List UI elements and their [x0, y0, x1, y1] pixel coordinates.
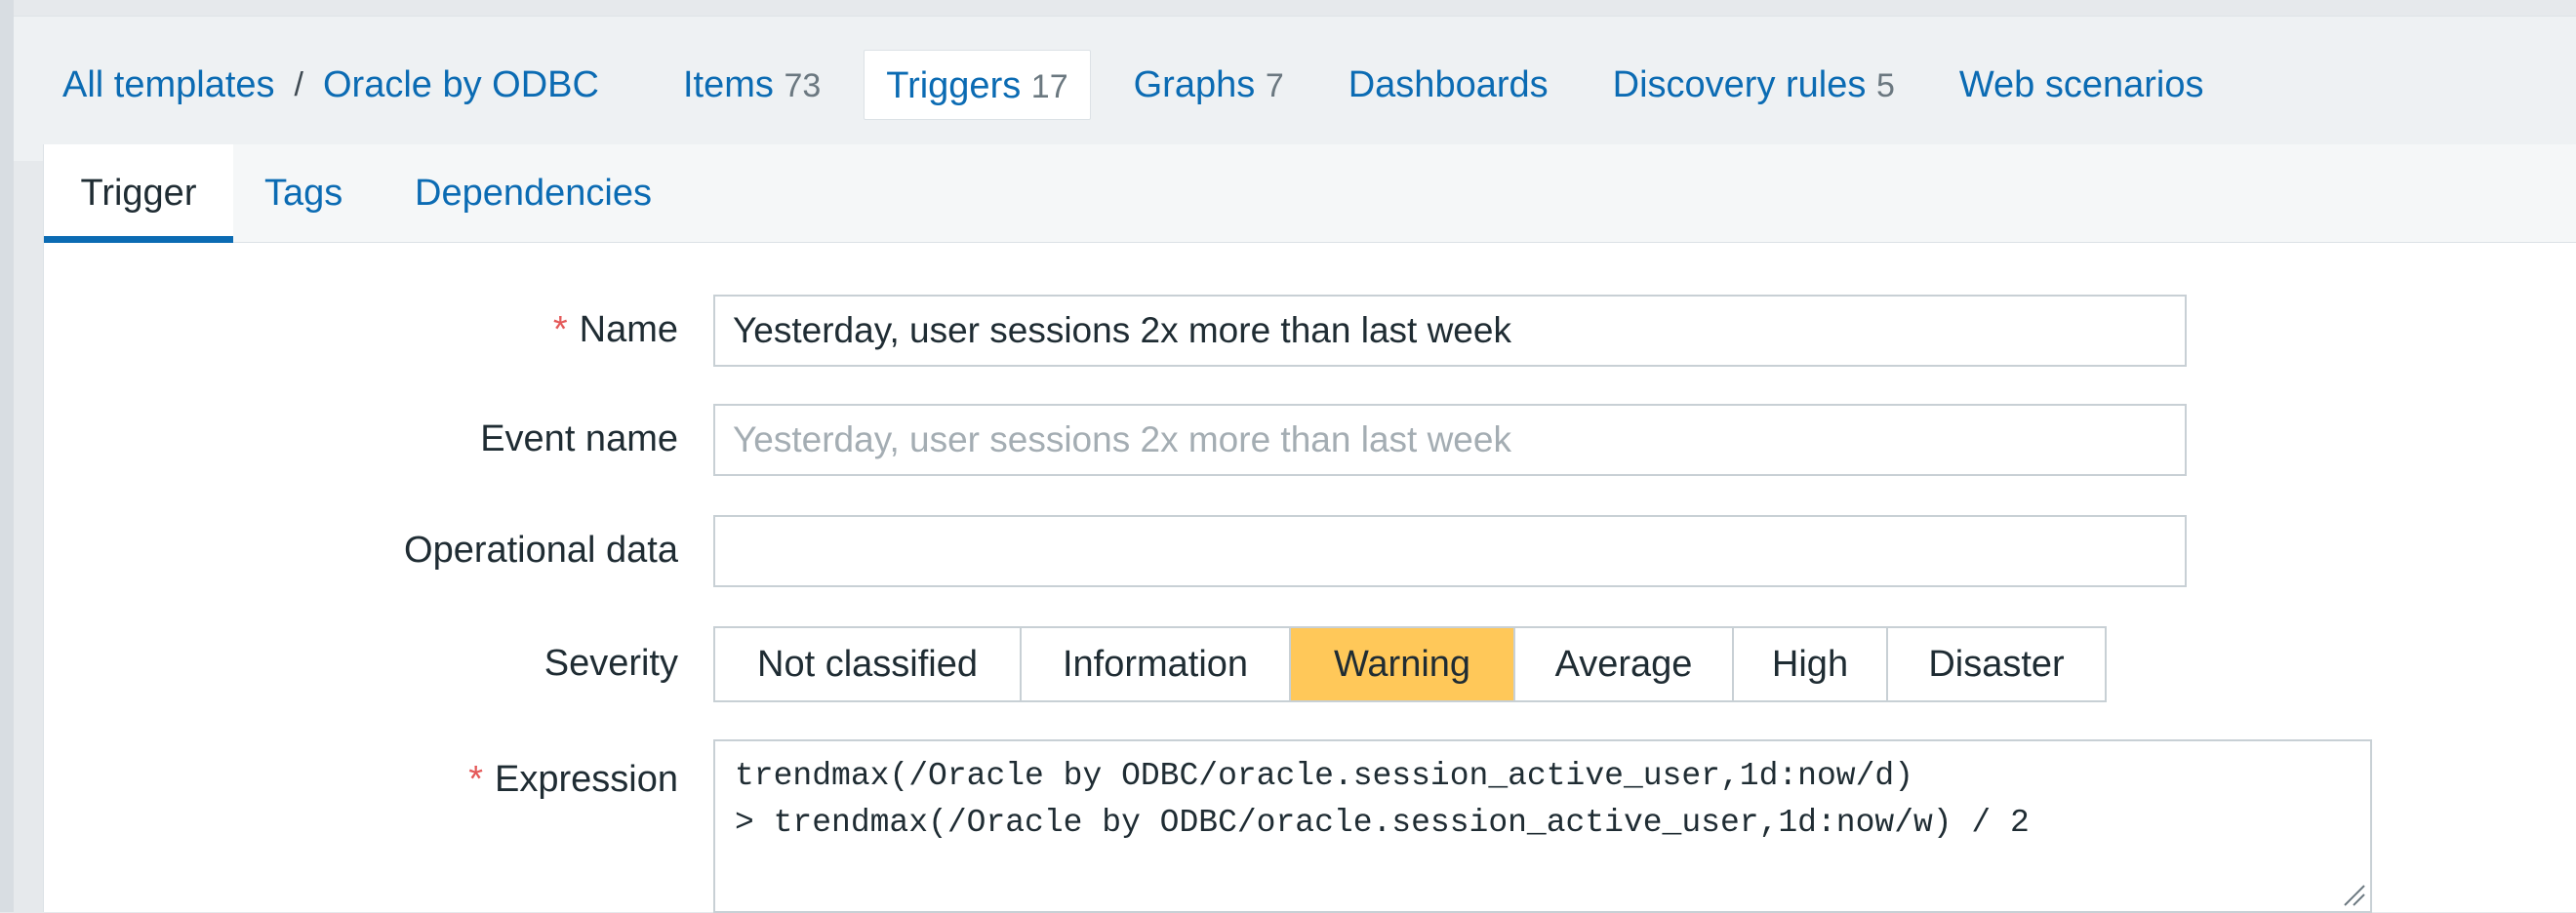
name-label: * Name: [553, 309, 678, 351]
expression-line-1: trendmax(/Oracle by ODBC/oracle.session_…: [735, 758, 1913, 794]
severity-high[interactable]: High: [1734, 628, 1888, 700]
severity-label: Severity: [543, 643, 678, 684]
tab-web-scenarios-label: Web scenarios: [1958, 64, 2204, 105]
breadcrumb-template-oracle[interactable]: Oracle by ODBC: [323, 50, 599, 120]
severity-warning[interactable]: Warning: [1291, 628, 1515, 700]
expression-label-cell: * Expression: [44, 739, 678, 817]
severity-selector: Not classified Information Warning Avera…: [713, 626, 2107, 702]
tab-triggers-count: 17: [1030, 68, 1068, 105]
resize-grip-icon[interactable]: [2341, 882, 2366, 907]
left-border-strip: [0, 0, 14, 912]
severity-disaster[interactable]: Disaster: [1888, 628, 2105, 700]
tab-web-scenarios[interactable]: Web scenarios: [1938, 50, 2226, 120]
tab-items-label: Items: [682, 63, 774, 105]
operational-data-label: Operational data: [404, 530, 678, 571]
trigger-form-panel: Trigger Tags Dependencies * Name Yesterda…: [43, 144, 2576, 913]
expression-textarea[interactable]: trendmax(/Oracle by ODBC/oracle.session_…: [713, 739, 2372, 913]
template-navigation: All templates / Oracle by ODBC Items 73 …: [14, 16, 2576, 161]
event-name-label-cell: Event name: [44, 404, 678, 476]
name-label-text: Name: [579, 309, 678, 350]
tab-dashboards-label: Dashboards: [1348, 64, 1549, 105]
name-input[interactable]: Yesterday, user sessions 2x more than la…: [713, 295, 2187, 367]
subtab-tags[interactable]: Tags: [264, 144, 342, 242]
required-mark: *: [552, 309, 568, 350]
operational-data-label-cell: Operational data: [44, 515, 678, 587]
operational-data-input[interactable]: [713, 515, 2187, 587]
severity-label-cell: Severity: [44, 626, 678, 702]
expression-label-text: Expression: [495, 759, 678, 800]
event-name-input[interactable]: Yesterday, user sessions 2x more than la…: [713, 404, 2187, 476]
subtab-dependencies[interactable]: Dependencies: [415, 144, 652, 242]
tab-items[interactable]: Items 73: [662, 50, 842, 121]
tab-triggers[interactable]: Triggers 17: [864, 50, 1091, 120]
tab-graphs-count: 7: [1265, 66, 1284, 104]
expression-line-2: > trendmax(/Oracle by ODBC/oracle.sessio…: [735, 805, 2030, 841]
breadcrumb-all-templates[interactable]: All templates: [62, 50, 275, 120]
tab-discovery-rules[interactable]: Discovery rules 5: [1591, 50, 1916, 121]
form-sub-tabs: Trigger Tags Dependencies: [44, 144, 2576, 243]
tab-discovery-rules-count: 5: [1875, 66, 1895, 104]
tab-triggers-label: Triggers: [886, 65, 1022, 106]
tab-items-count: 73: [784, 66, 822, 104]
breadcrumb-separator: /: [294, 66, 303, 103]
subtab-trigger[interactable]: Trigger: [44, 144, 233, 243]
required-mark: *: [468, 759, 484, 800]
tab-graphs[interactable]: Graphs 7: [1112, 50, 1306, 121]
name-label-cell: * Name: [44, 295, 678, 367]
severity-average[interactable]: Average: [1515, 628, 1734, 700]
tab-discovery-rules-label: Discovery rules: [1612, 63, 1867, 105]
severity-not-classified[interactable]: Not classified: [715, 628, 1022, 700]
expression-label: * Expression: [468, 759, 678, 801]
tab-graphs-label: Graphs: [1133, 63, 1256, 105]
breadcrumb: All templates / Oracle by ODBC Items 73 …: [62, 50, 2226, 120]
tab-dashboards[interactable]: Dashboards: [1327, 50, 1570, 120]
event-name-label: Event name: [480, 418, 678, 459]
severity-information[interactable]: Information: [1022, 628, 1291, 700]
